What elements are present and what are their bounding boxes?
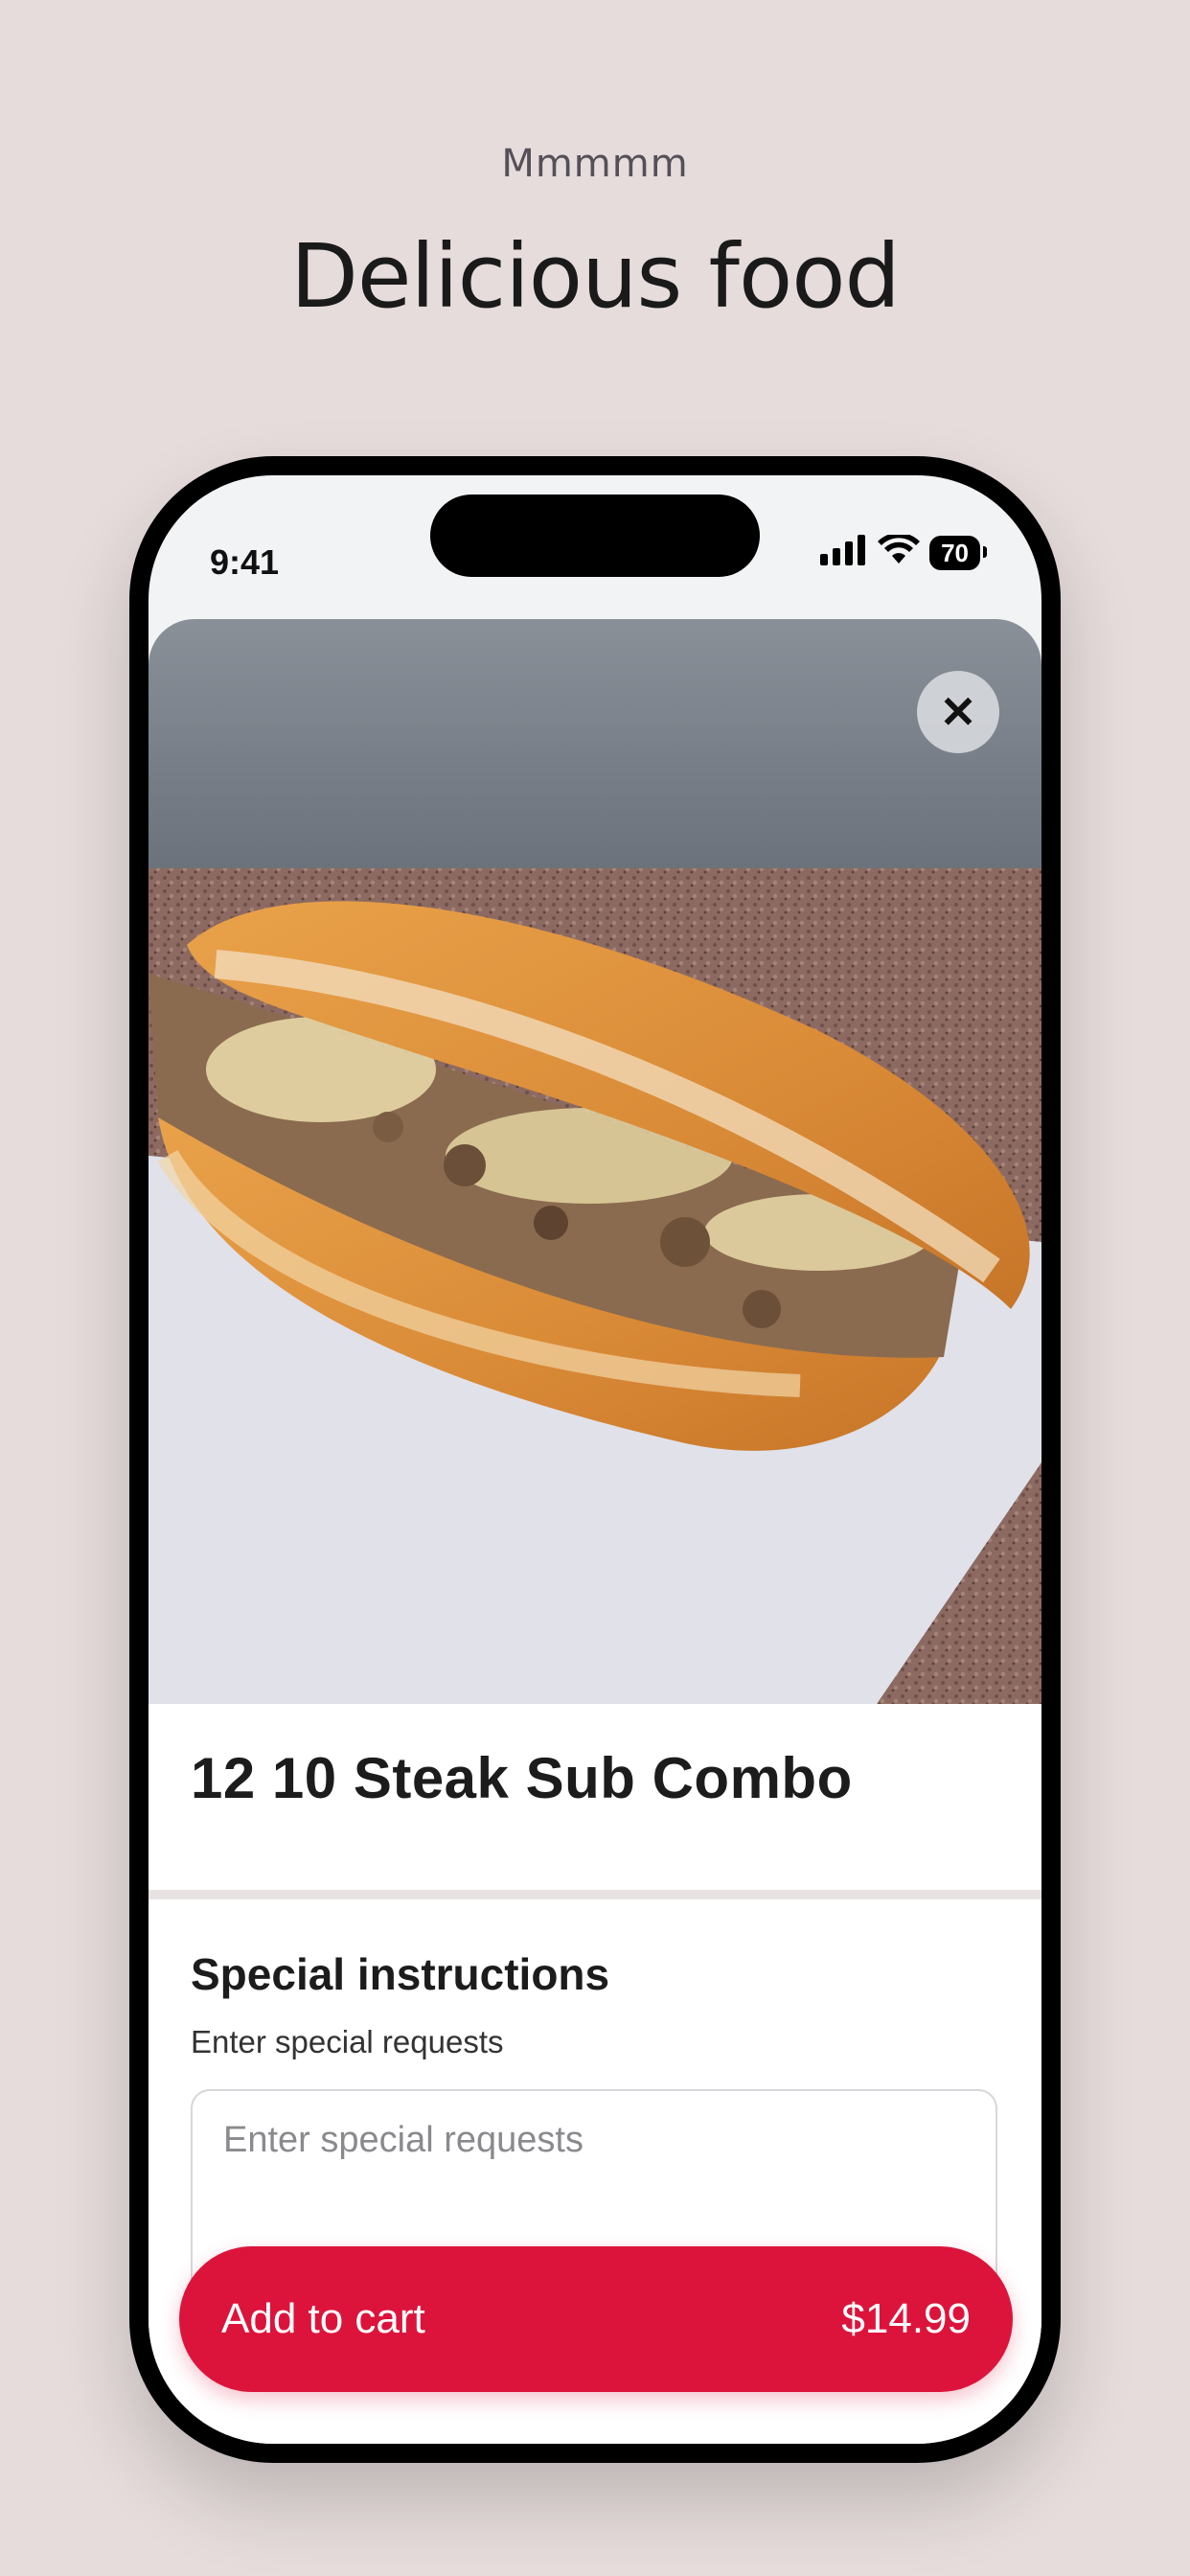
add-to-cart-button[interactable]: Add to cart $14.99 [179,2246,1013,2392]
item-title: 12 10 Steak Sub Combo [191,1746,853,1810]
status-time: 9:41 [210,542,280,582]
phone-frame: 9:41 70 ✕ 12 10 Steak Sub Combo Special … [129,456,1061,2463]
steak-sub-photo [149,619,1041,1704]
phone-screen: 9:41 70 ✕ 12 10 Steak Sub Combo Special … [149,475,1041,2444]
wifi-icon [878,532,921,570]
add-to-cart-label: Add to cart [221,2295,425,2342]
item-detail-sheet: ✕ 12 10 Steak Sub Combo Special instruct… [149,619,1041,2444]
cart-price: $14.99 [841,2295,971,2342]
section-divider [149,1890,1041,1899]
close-button[interactable]: ✕ [917,671,999,753]
close-icon: ✕ [939,687,977,737]
battery-indicator: 70 [929,535,987,570]
dynamic-island [430,494,760,577]
special-instructions-heading: Special instructions [191,1949,610,1999]
status-icons: 70 [820,532,987,570]
cellular-signal-icon [820,535,868,570]
promo-title: Delicious food [290,225,901,328]
special-instructions-subtitle: Enter special requests [191,2024,504,2059]
promo-subtitle: Mmmmm [501,142,689,186]
